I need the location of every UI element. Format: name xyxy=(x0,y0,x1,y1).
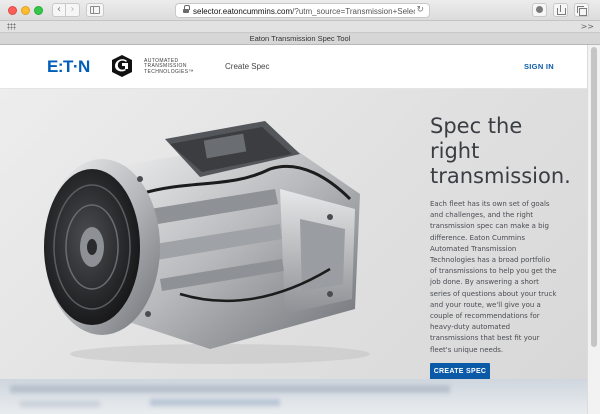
blurred-bar xyxy=(20,401,100,407)
browser-toolbar: ‹ › selector.eatoncummins.com/?utm_sourc… xyxy=(0,0,600,21)
cummins-logo-icon[interactable] xyxy=(111,54,133,78)
hero-description-line: of transmissions to help you get the xyxy=(430,267,557,276)
favorites-bar: >> xyxy=(0,21,600,33)
address-bar[interactable]: selector.eatoncummins.com/?utm_source=Tr… xyxy=(175,3,430,18)
close-window-button[interactable] xyxy=(8,6,17,15)
site-header: E:T·N AUTOMATED TRANSMISSION TECHNOLOGIE… xyxy=(0,45,587,89)
hero-section: Spec the right transmission. Each fleet … xyxy=(0,89,587,379)
hero-description-line: fleet's unique needs. xyxy=(430,345,504,354)
aat-tagline: AUTOMATED TRANSMISSION TECHNOLOGIES™ xyxy=(144,58,204,75)
blurred-bar xyxy=(10,385,450,393)
share-button[interactable] xyxy=(553,3,568,17)
zoom-window-button[interactable] xyxy=(34,6,43,15)
nav-create-spec-link[interactable]: Create Spec xyxy=(225,62,269,72)
grid-icon[interactable] xyxy=(7,23,16,30)
minimize-window-button[interactable] xyxy=(21,6,30,15)
scrollbar-thumb[interactable] xyxy=(591,47,597,347)
hero-description-line: difference. Eaton Cummins xyxy=(430,233,525,242)
blurred-bar xyxy=(150,399,280,406)
url-text: selector.eatoncummins.com/?utm_source=Tr… xyxy=(193,6,415,17)
transmission-image xyxy=(44,121,370,364)
create-spec-button[interactable]: CREATE SPEC xyxy=(430,363,490,379)
tab-bar: Eaton Transmission Spec Tool xyxy=(0,33,600,45)
hero-title-line: right xyxy=(430,139,480,163)
hero-description: Each fleet has its own set of goals and … xyxy=(430,199,578,356)
sign-in-link[interactable]: SIGN IN xyxy=(524,62,554,72)
hero-description-line: transmission spec can make a big xyxy=(430,222,550,231)
reload-icon[interactable]: ↻ xyxy=(416,5,424,16)
url-host: selector.eatoncummins.com xyxy=(193,7,293,16)
hero-description-line: job done. By answering a short xyxy=(430,278,539,287)
show-tabs-button[interactable] xyxy=(574,3,589,17)
browser-window: ‹ › selector.eatoncummins.com/?utm_sourc… xyxy=(0,0,600,414)
hero-title-line: transmission. xyxy=(430,164,571,188)
sidebar-toggle-button[interactable] xyxy=(86,3,104,17)
hero-description-line: couple of recommendations for xyxy=(430,312,540,321)
hero-description-line: heavy-duty automated xyxy=(430,323,511,332)
hero-description-line: and your route, we'll give you a xyxy=(430,300,541,309)
hero-description-line: transmissions that best fit your xyxy=(430,334,540,343)
back-button[interactable]: ‹ xyxy=(52,3,66,17)
eaton-logo-text: E:T·N xyxy=(47,58,90,74)
more-icon[interactable]: >> xyxy=(581,21,594,32)
trademark-mark: ™ xyxy=(188,68,194,75)
downloads-button[interactable] xyxy=(532,3,547,17)
hero-description-line: Each fleet has its own set of goals xyxy=(430,200,550,208)
tagline-line-3: TECHNOLOGIES xyxy=(144,68,189,75)
hero-description-line: series of questions about your truck xyxy=(430,289,557,298)
hero-title-line: Spec the xyxy=(430,114,523,138)
page-scrollbar[interactable] xyxy=(587,45,600,414)
hero-title: Spec the right transmission. xyxy=(430,114,580,189)
hero-description-line: Technologies has a broad portfolio xyxy=(430,256,550,265)
footer-blurred xyxy=(0,379,587,414)
tab-active[interactable]: Eaton Transmission Spec Tool xyxy=(0,33,600,45)
hero-description-line: and challenges, and the right xyxy=(430,211,534,220)
chevron-left-icon: ‹ xyxy=(57,4,61,15)
forward-button[interactable]: › xyxy=(66,3,80,17)
chevron-right-icon: › xyxy=(70,4,75,15)
hero-description-line: Automated Transmission xyxy=(430,244,517,253)
lock-icon xyxy=(183,5,190,13)
eaton-logo[interactable]: E:T·N xyxy=(47,58,106,74)
sidebar-icon xyxy=(90,6,100,14)
url-path: /?utm_source=Transmission+Selector+Pres xyxy=(292,7,415,16)
